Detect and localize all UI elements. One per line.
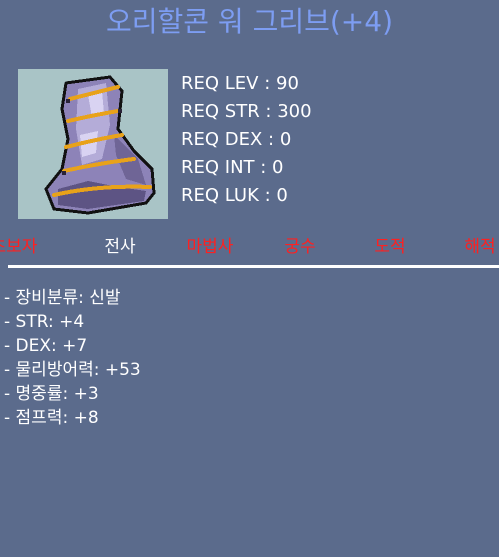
job-pirate: 해적: [464, 237, 496, 257]
job-magician: 마법사: [186, 237, 234, 257]
stat-equip-type: - 장비분류: 신발: [4, 288, 121, 308]
req-luk: REQ LUK : 0: [181, 185, 288, 206]
stat-dex: - DEX: +7: [4, 336, 88, 356]
req-dex: REQ DEX : 0: [181, 129, 292, 150]
job-archer: 궁수: [284, 237, 316, 257]
stat-defense: - 물리방어력: +53: [4, 360, 141, 380]
job-warrior: 전사: [104, 237, 136, 257]
stat-str: - STR: +4: [4, 312, 85, 332]
item-image-frame: [18, 69, 168, 219]
req-str: REQ STR : 300: [181, 101, 312, 122]
stat-jump: - 점프력: +8: [4, 408, 99, 428]
job-beginner: 초보자: [0, 237, 38, 257]
stat-accuracy: - 명중률: +3: [4, 384, 99, 404]
job-class-row: 초보자 전사 마법사 궁수 도적 해적: [0, 234, 499, 260]
section-divider: [8, 265, 499, 268]
req-level: REQ LEV : 90: [181, 73, 299, 94]
boots-icon: [44, 75, 156, 215]
requirements-list: REQ LEV : 90 REQ STR : 300 REQ DEX : 0 R…: [181, 70, 312, 210]
item-title: 오리할콘 워 그리브(+4): [105, 5, 393, 38]
req-int: REQ INT : 0: [181, 157, 284, 178]
job-thief: 도적: [374, 237, 406, 257]
item-stats-list: - 장비분류: 신발 - STR: +4 - DEX: +7 - 물리방어력: …: [4, 286, 141, 430]
